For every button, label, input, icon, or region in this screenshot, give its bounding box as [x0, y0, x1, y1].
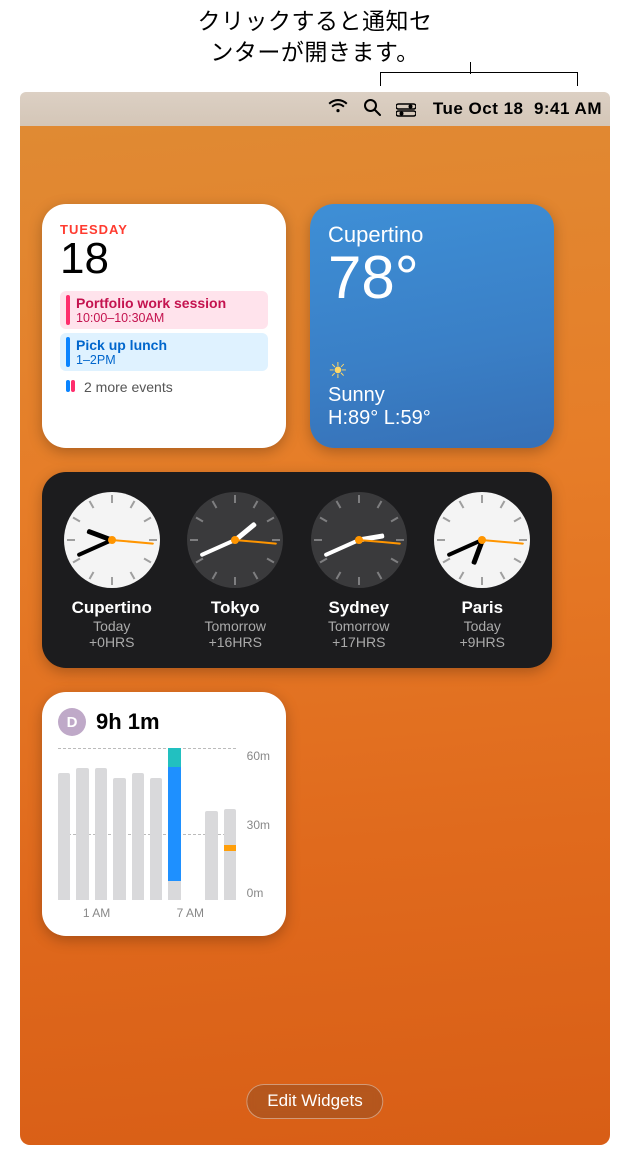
- screentime-ytick: 0m: [247, 885, 270, 900]
- world-clock-item: ParisToday+9HRS: [421, 492, 543, 650]
- clock-face: [64, 492, 160, 588]
- screentime-ytick: 30m: [247, 817, 270, 832]
- weather-hilo: H:89° L:59°: [328, 407, 536, 430]
- screentime-bar: [168, 748, 180, 900]
- weather-widget[interactable]: Cupertino 78° ☀︎ Sunny H:89° L:59°: [310, 204, 554, 448]
- clock-day: Today: [421, 618, 543, 634]
- event-title: Pick up lunch: [76, 337, 167, 353]
- annotation-line2: ンターが開きます。: [0, 37, 630, 68]
- clock-city: Paris: [421, 598, 543, 618]
- screentime-bar: [150, 778, 162, 900]
- calendar-event: Portfolio work session 10:00–10:30AM: [60, 291, 268, 329]
- sun-icon: ☀︎: [328, 358, 536, 384]
- clock-day: Today: [51, 618, 173, 634]
- menubar-datetime[interactable]: Tue Oct 18 9:41 AM: [433, 99, 602, 119]
- clock-face: [311, 492, 407, 588]
- clock-city: Tokyo: [174, 598, 296, 618]
- spotlight-icon[interactable]: [361, 98, 383, 121]
- screentime-bar: [58, 773, 70, 900]
- world-clock-item: SydneyTomorrow+17HRS: [298, 492, 420, 650]
- world-clock-item: CupertinoToday+0HRS: [51, 492, 173, 650]
- edit-widgets-button[interactable]: Edit Widgets: [246, 1084, 383, 1119]
- weather-condition: Sunny: [328, 384, 536, 407]
- world-clock-widget[interactable]: CupertinoToday+0HRSTokyoTomorrow+16HRSSy…: [42, 472, 552, 668]
- clock-face: [434, 492, 530, 588]
- calendar-more-dots-icon: [66, 379, 76, 395]
- screentime-badge: D: [58, 708, 86, 736]
- calendar-event: Pick up lunch 1–2PM: [60, 333, 268, 371]
- annotation-line1: クリックすると通知セ: [0, 6, 630, 37]
- screentime-bar: [76, 768, 88, 900]
- menu-bar: Tue Oct 18 9:41 AM: [20, 92, 610, 126]
- clock-city: Sydney: [298, 598, 420, 618]
- screentime-chart: 60m 30m 0m 1 AM 7 AM: [58, 748, 270, 920]
- notification-center-panel: TUESDAY 18 Portfolio work session 10:00–…: [20, 126, 610, 1145]
- screentime-xtick: 7 AM: [177, 906, 204, 920]
- annotation-callout: クリックすると通知セ ンターが開きます。: [0, 6, 630, 68]
- clock-offset: +0HRS: [51, 634, 173, 650]
- screentime-widget[interactable]: D 9h 1m 60m 30m 0m 1 AM 7 AM: [42, 692, 286, 936]
- event-stripe: [66, 337, 70, 367]
- clock-offset: +9HRS: [421, 634, 543, 650]
- event-stripe: [66, 295, 70, 325]
- clock-offset: +17HRS: [298, 634, 420, 650]
- event-time: 10:00–10:30AM: [76, 311, 226, 325]
- calendar-more-row: 2 more events: [60, 375, 268, 399]
- event-time: 1–2PM: [76, 353, 167, 367]
- clock-face: [187, 492, 283, 588]
- clock-city: Cupertino: [51, 598, 173, 618]
- clock-day: Tomorrow: [298, 618, 420, 634]
- weather-temp: 78°: [328, 248, 536, 308]
- screentime-xtick: 1 AM: [83, 906, 110, 920]
- screentime-ytick: 60m: [247, 748, 270, 763]
- screentime-bar: [205, 811, 217, 900]
- screentime-bar: [132, 773, 144, 900]
- clock-day: Tomorrow: [174, 618, 296, 634]
- screentime-bar: [224, 809, 236, 900]
- event-title: Portfolio work session: [76, 295, 226, 311]
- wifi-icon[interactable]: [327, 99, 349, 119]
- annotation-bracket: [380, 72, 578, 86]
- calendar-daynum: 18: [60, 237, 268, 281]
- menubar-date: Tue Oct 18: [433, 99, 524, 118]
- screentime-bar: [95, 768, 107, 900]
- menubar-time: 9:41 AM: [534, 99, 602, 118]
- calendar-more-label: 2 more events: [84, 379, 173, 395]
- calendar-widget[interactable]: TUESDAY 18 Portfolio work session 10:00–…: [42, 204, 286, 448]
- control-center-icon[interactable]: [395, 99, 417, 119]
- clock-offset: +16HRS: [174, 634, 296, 650]
- world-clock-item: TokyoTomorrow+16HRS: [174, 492, 296, 650]
- screentime-bar: [113, 778, 125, 900]
- screentime-total: 9h 1m: [96, 709, 160, 735]
